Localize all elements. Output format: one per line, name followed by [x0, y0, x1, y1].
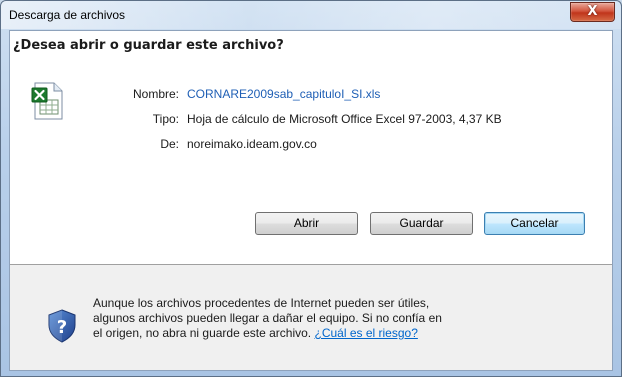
- dialog-question: ¿Desea abrir o guardar este archivo?: [13, 38, 284, 53]
- close-icon: X: [587, 4, 598, 19]
- warning-line-3: el origen, no abra ni guarde este archiv…: [93, 326, 523, 341]
- window-title: Descarga de archivos: [9, 8, 126, 22]
- file-type-label: Tipo:: [152, 112, 179, 126]
- file-type-value: Hoja de cálculo de Microsoft Office Exce…: [187, 112, 502, 126]
- shield-question-icon: ?: [48, 309, 76, 343]
- download-dialog-window: Descarga de archivos X ¿Desea abrir o gu…: [0, 0, 622, 377]
- save-button[interactable]: Guardar: [370, 212, 473, 235]
- warning-message: Aunque los archivos procedentes de Inter…: [93, 296, 523, 341]
- cancel-button[interactable]: Cancelar: [484, 212, 585, 235]
- excel-file-icon: [31, 82, 63, 120]
- file-source-label: De:: [160, 137, 179, 151]
- open-button[interactable]: Abrir: [255, 212, 358, 235]
- warning-line-1: Aunque los archivos procedentes de Inter…: [93, 296, 430, 310]
- file-name-label: Nombre:: [132, 87, 179, 101]
- warning-line-3-text: el origen, no abra ni guarde este archiv…: [93, 326, 312, 340]
- file-source-value: noreimako.ideam.gov.co: [187, 137, 317, 151]
- risk-link[interactable]: ¿Cuál es el riesgo?: [314, 326, 417, 340]
- file-name-value: CORNARE2009sab_capituloI_SI.xls: [187, 87, 381, 101]
- svg-text:?: ?: [57, 317, 67, 338]
- warning-line-2: algunos archivos pueden llegar a dañar e…: [93, 311, 442, 325]
- title-bar[interactable]: Descarga de archivos X: [1, 1, 621, 29]
- close-button[interactable]: X: [570, 2, 615, 22]
